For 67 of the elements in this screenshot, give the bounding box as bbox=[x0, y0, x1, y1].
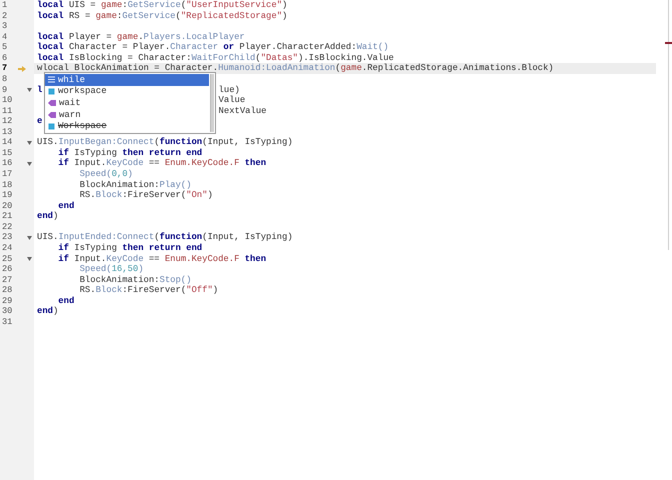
code-line: NextValue bbox=[218, 106, 266, 116]
suggestion-item[interactable]: while bbox=[45, 74, 209, 86]
code-line: if IsTyping then return end bbox=[57, 148, 202, 158]
line-number: 5 bbox=[1, 42, 8, 53]
suggestion-item[interactable]: Workspace bbox=[45, 120, 209, 132]
code-line: local IsBlocking = Character:WaitForChild("Datas").IsBlocking.Value bbox=[36, 52, 394, 64]
line-number: 16 bbox=[1, 158, 14, 169]
line-number: 15 bbox=[1, 148, 14, 158]
square-icon bbox=[48, 88, 55, 95]
line-number: 22 bbox=[1, 222, 14, 232]
code-line: if Input.KeyCode == Enum.KeyCode.F then bbox=[57, 254, 266, 264]
line-number: 9 bbox=[1, 84, 8, 96]
code-line: end bbox=[57, 296, 74, 306]
code-line: if Input.KeyCode == Enum.KeyCode.F then bbox=[57, 158, 266, 169]
error-marker bbox=[665, 42, 672, 44]
code-line: UIS.InputBegan:Connect(function(Input, IsTyping) bbox=[36, 137, 293, 148]
line-number: 25 bbox=[1, 254, 14, 264]
line-number: 3 bbox=[1, 21, 8, 32]
code-line: RS.Block:FireServer("On") bbox=[78, 190, 213, 201]
line-number: 1 bbox=[1, 0, 8, 11]
line-number: 21 bbox=[1, 211, 14, 222]
line-number: 11 bbox=[1, 106, 14, 116]
code-line: local UIS = game:GetService("UserInputService") bbox=[36, 0, 288, 11]
line-number: 20 bbox=[1, 200, 14, 212]
line-number: 17 bbox=[1, 169, 14, 180]
code-line: Speed(0,0) bbox=[78, 169, 133, 180]
suggestion-item[interactable]: warn bbox=[45, 108, 209, 120]
line-number: 30 bbox=[1, 306, 14, 317]
code-line: wlocal BlockAnimation = Character.Humanoid:LoadAnimation(game.ReplicatedStorage.Animations.Block) bbox=[36, 63, 554, 74]
line-number: 24 bbox=[1, 242, 14, 254]
suggestion-item[interactable]: wait bbox=[45, 97, 209, 109]
line-number: 27 bbox=[1, 274, 14, 286]
code-line: if IsTyping then return end bbox=[57, 242, 202, 254]
code-line: local Player = game.Players.LocalPlayer bbox=[36, 32, 245, 42]
code-line: e bbox=[36, 116, 42, 127]
line-number: 12 bbox=[1, 116, 14, 127]
square-icon bbox=[48, 122, 55, 130]
code-line: BlockAnimation:Play() bbox=[78, 180, 192, 190]
code-line: Value bbox=[218, 95, 246, 106]
code-line: UIS.InputEnded:Connect(function(Input, IsTyping) bbox=[36, 232, 293, 243]
line-number: 28 bbox=[1, 285, 14, 296]
line-number: 7 bbox=[1, 63, 8, 74]
line-number: 4 bbox=[1, 32, 8, 42]
line-number: 13 bbox=[1, 126, 14, 138]
line-number: 31 bbox=[1, 316, 14, 328]
code-line: lue) bbox=[218, 84, 240, 96]
line-number: 19 bbox=[1, 190, 14, 201]
lines-icon bbox=[48, 76, 55, 84]
line-number: 14 bbox=[1, 137, 14, 148]
code-line: local Character = Player.Character or Player.CharacterAdded:Wait() bbox=[36, 42, 389, 53]
code-line: RS.Block:FireServer("Off") bbox=[78, 285, 218, 296]
code-line: l bbox=[36, 84, 42, 96]
code-line: end) bbox=[36, 211, 58, 222]
line-number: 29 bbox=[1, 296, 14, 306]
line-number: 10 bbox=[1, 95, 14, 106]
line-number: 18 bbox=[1, 180, 14, 190]
code-line: end) bbox=[36, 306, 58, 317]
code-line: end bbox=[57, 200, 74, 212]
line-number: 8 bbox=[1, 74, 8, 84]
line-number: 23 bbox=[1, 232, 14, 243]
line-number: 26 bbox=[1, 264, 14, 275]
line-number: 2 bbox=[1, 10, 8, 22]
line-number: 6 bbox=[1, 52, 8, 64]
code-line: local RS = game:GetService("ReplicatedStorage") bbox=[36, 10, 288, 22]
code-line: Speed(16,50) bbox=[78, 264, 144, 275]
code-line: BlockAnimation:Stop() bbox=[78, 274, 192, 286]
suggestion-item[interactable]: workspace bbox=[45, 86, 209, 98]
